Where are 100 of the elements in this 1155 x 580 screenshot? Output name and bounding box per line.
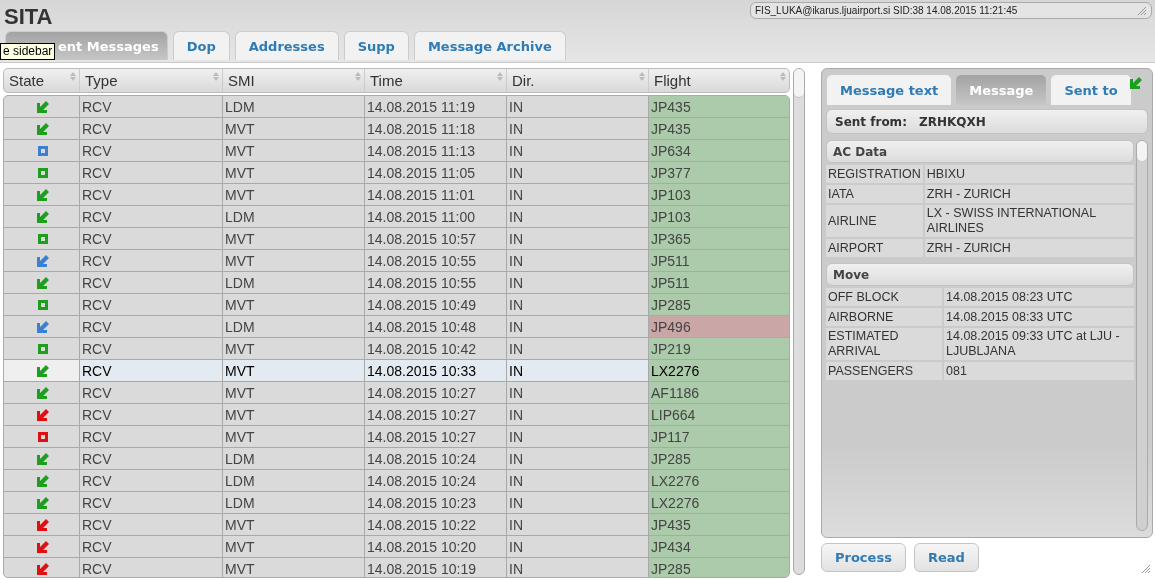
tab[interactable]: Addresses (234, 31, 339, 60)
table-row[interactable]: RCV LDM 14.08.2015 11:00 IN JP103 (4, 206, 790, 228)
table-row[interactable]: RCV LDM 14.08.2015 10:24 IN JP285 (4, 448, 790, 470)
table-cell: 14.08.2015 11:01 (364, 184, 506, 205)
scrollbar-thumb[interactable] (1137, 141, 1147, 161)
table-row[interactable]: RCV MVT 14.08.2015 11:13 IN JP634 (4, 140, 790, 162)
table-row[interactable]: RCV MVT 14.08.2015 11:01 IN JP103 (4, 184, 790, 206)
table-row[interactable]: RCV MVT 14.08.2015 10:27 IN AF1186 (4, 382, 790, 404)
table-cell: RCV (79, 118, 222, 139)
tab[interactable]: Message text (826, 74, 953, 105)
section-header[interactable]: AC Data (826, 140, 1134, 163)
tab[interactable]: Sent to (1050, 74, 1132, 105)
table-cell: 14.08.2015 10:55 (364, 272, 506, 293)
table-row[interactable]: RCV MVT 14.08.2015 10:57 IN JP365 (4, 228, 790, 250)
table-cell: 14.08.2015 10:20 (364, 536, 506, 557)
tab[interactable]: Dop (172, 31, 230, 60)
table-cell: RCV (79, 448, 222, 469)
table-cell: RCV (79, 140, 222, 161)
table-row[interactable]: RCV MVT 14.08.2015 10:22 IN JP435 (4, 514, 790, 536)
sort-icon[interactable] (355, 72, 361, 81)
property-label: AIRLINE (826, 205, 923, 237)
table-cell: 14.08.2015 11:05 (364, 162, 506, 183)
table-row[interactable]: RCV MVT 14.08.2015 11:18 IN JP435 (4, 118, 790, 140)
table-row[interactable]: RCV LDM 14.08.2015 10:24 IN LX2276 (4, 470, 790, 492)
column-header[interactable]: SMI (222, 69, 364, 92)
table-cell: LDM (222, 96, 364, 117)
flight-cell: JP435 (648, 118, 790, 139)
table-cell: RCV (79, 382, 222, 403)
tooltip: e sidebar (0, 43, 56, 60)
tab[interactable]: Message Archive (413, 31, 566, 60)
table-cell: RCV (79, 404, 222, 425)
table-cell: RCV (79, 316, 222, 337)
action-button[interactable]: Process (821, 543, 906, 572)
table-row[interactable]: RCV LDM 14.08.2015 10:48 IN JP496 (4, 316, 790, 338)
property-value: HBIXU (924, 165, 1134, 183)
table-cell: MVT (222, 184, 364, 205)
table-cell: LDM (222, 272, 364, 293)
column-header[interactable]: Dir. (506, 69, 648, 92)
table-cell: RCV (79, 184, 222, 205)
flight-cell: JP285 (648, 448, 790, 469)
property-value: 14.08.2015 08:23 UTC (944, 288, 1134, 306)
table-cell: RCV (79, 536, 222, 557)
sort-icon[interactable] (497, 72, 503, 81)
table-row[interactable]: RCV MVT 14.08.2015 11:05 IN JP377 (4, 162, 790, 184)
table-row[interactable]: RCV LDM 14.08.2015 10:23 IN LX2276 (4, 492, 790, 514)
table-cell: RCV (79, 250, 222, 271)
table-row[interactable]: RCV LDM 14.08.2015 11:19 IN JP435 (4, 96, 790, 118)
flight-cell: AF1186 (648, 382, 790, 403)
table-row[interactable]: RCV MVT 14.08.2015 10:19 IN JP285 (4, 558, 790, 577)
resize-grip-icon[interactable] (1141, 564, 1151, 574)
table-cell: MVT (222, 514, 364, 535)
resize-grip-icon[interactable] (1137, 5, 1147, 16)
table-cell: LDM (222, 492, 364, 513)
table-cell: 14.08.2015 11:13 (364, 140, 506, 161)
table-row[interactable]: RCV MVT 14.08.2015 10:27 IN JP117 (4, 426, 790, 448)
table-row[interactable]: RCV MVT 14.08.2015 10:27 IN LIP664 (4, 404, 790, 426)
table-cell: RCV (79, 558, 222, 577)
table-cell: 14.08.2015 10:24 (364, 448, 506, 469)
sort-icon[interactable] (213, 72, 219, 81)
property-value: ZRH - ZURICH (924, 185, 1134, 203)
scrollbar-thumb[interactable] (794, 69, 804, 98)
table-cell: 14.08.2015 10:27 (364, 404, 506, 425)
table-row[interactable]: RCV MVT 14.08.2015 10:55 IN JP511 (4, 250, 790, 272)
property-label: IATA (826, 185, 923, 203)
property-value: 14.08.2015 09:33 UTC at LJU - LJUBLJANA (944, 328, 1134, 360)
tab[interactable]: Supp (343, 31, 409, 60)
table-cell: 14.08.2015 10:27 (364, 426, 506, 447)
flight-cell: JP377 (648, 162, 790, 183)
sort-icon[interactable] (780, 72, 787, 81)
flight-cell: JP434 (648, 536, 790, 557)
sort-icon[interactable] (70, 72, 76, 81)
table-cell: 14.08.2015 10:22 (364, 514, 506, 535)
table-row[interactable]: RCV MVT 14.08.2015 10:20 IN JP434 (4, 536, 790, 558)
table-cell: IN (506, 360, 648, 381)
table-cell: MVT (222, 162, 364, 183)
table-row[interactable]: RCV MVT 14.08.2015 10:33 IN LX2276 (4, 360, 790, 382)
field-label: Sent from: (835, 114, 907, 129)
table-row[interactable]: RCV LDM 14.08.2015 10:55 IN JP511 (4, 272, 790, 294)
flight-cell: LIP664 (648, 404, 790, 425)
table-row[interactable]: RCV MVT 14.08.2015 10:49 IN JP285 (4, 294, 790, 316)
column-header[interactable]: Flight (648, 69, 790, 92)
table-cell: RCV (79, 162, 222, 183)
column-header[interactable]: Time (364, 69, 506, 92)
table-cell: RCV (79, 228, 222, 249)
table-cell: MVT (222, 294, 364, 315)
table-cell: MVT (222, 140, 364, 161)
scrollbar[interactable] (793, 68, 805, 575)
action-button[interactable]: Read (913, 543, 979, 572)
table-cell: RCV (79, 294, 222, 315)
flight-cell: LX2276 (648, 492, 790, 513)
table-cell: 14.08.2015 10:24 (364, 470, 506, 491)
column-header[interactable]: Type (79, 69, 222, 92)
sort-icon[interactable] (639, 72, 645, 81)
table-cell: 14.08.2015 11:19 (364, 96, 506, 117)
section-header[interactable]: Move (826, 263, 1134, 286)
scrollbar[interactable] (1136, 140, 1148, 531)
flight-cell: JP285 (648, 294, 790, 315)
flight-cell: JP496 (648, 316, 790, 337)
table-cell: RCV (79, 206, 222, 227)
column-header[interactable]: State (4, 69, 79, 92)
